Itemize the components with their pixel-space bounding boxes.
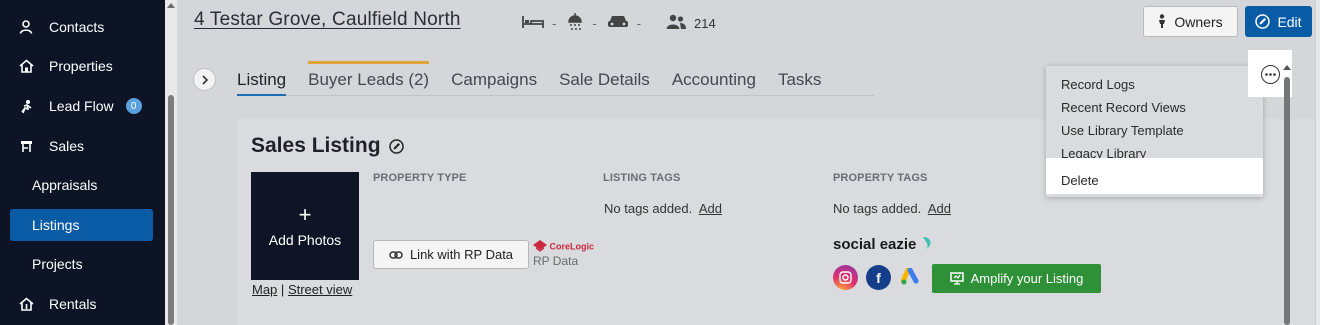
beds-feature: - bbox=[522, 15, 556, 32]
sidebar-item-label: Appraisals bbox=[32, 177, 98, 193]
sidebar-item-appraisals[interactable]: Appraisals bbox=[0, 167, 165, 203]
link-rp-data-button[interactable]: Link with RP Data bbox=[373, 240, 529, 269]
contacts-count: 214 bbox=[665, 14, 716, 33]
owner-person-icon bbox=[1158, 14, 1166, 29]
person-icon bbox=[18, 19, 34, 35]
people-icon bbox=[665, 14, 687, 33]
sidebar-item-rentals[interactable]: Rentals bbox=[0, 286, 165, 322]
owners-button[interactable]: Owners bbox=[1143, 6, 1238, 37]
menu-item-recent-record-views[interactable]: Recent Record Views bbox=[1046, 96, 1263, 119]
add-listing-tag-link[interactable]: Add bbox=[699, 201, 722, 216]
property-features: - - - 214 bbox=[522, 12, 726, 35]
sales-listing-heading: Sales Listing bbox=[251, 134, 404, 158]
sidebar-item-label: Properties bbox=[49, 58, 113, 74]
street-view-link[interactable]: Street view bbox=[288, 282, 352, 297]
property-type-header: PROPERTY TYPE bbox=[373, 172, 467, 184]
tab-buyer-leads[interactable]: Buyer Leads (2) bbox=[308, 61, 429, 95]
tab-campaigns[interactable]: Campaigns bbox=[451, 62, 537, 95]
bed-icon bbox=[522, 15, 544, 32]
instagram-icon[interactable] bbox=[833, 265, 858, 290]
scroll-up-arrow-icon[interactable] bbox=[167, 3, 175, 8]
lead-flow-icon bbox=[18, 98, 34, 114]
content-scrollbar[interactable] bbox=[1282, 61, 1292, 325]
listing-tags-empty: No tags added. Add bbox=[604, 201, 722, 216]
sidebar-item-sales[interactable]: Sales bbox=[0, 128, 165, 164]
window-edge bbox=[1315, 0, 1320, 325]
home-icon bbox=[18, 58, 34, 74]
sidebar-item-label: Listings bbox=[32, 217, 80, 233]
corelogic-logo: CoreLogic RP Data bbox=[533, 240, 595, 268]
sidebar-item-label: Lead Flow bbox=[49, 98, 114, 114]
link-icon bbox=[389, 250, 403, 259]
lead-count-badge: 0 bbox=[125, 98, 142, 114]
sidebar-item-listings[interactable]: Listings bbox=[10, 209, 153, 241]
sidebar-item-label: Contacts bbox=[49, 19, 105, 35]
panel-toggle-button[interactable] bbox=[193, 68, 216, 91]
edit-button[interactable]: Edit bbox=[1245, 6, 1312, 37]
tab-accounting[interactable]: Accounting bbox=[672, 62, 756, 95]
sidebar-item-lead-flow[interactable]: Lead Flow 0 bbox=[0, 88, 165, 124]
cars-feature: - bbox=[607, 14, 641, 33]
social-eazie-logo: social eazie bbox=[833, 236, 933, 254]
property-tags-empty: No tags added. Add bbox=[833, 201, 951, 216]
content-scroll-up-icon[interactable] bbox=[1283, 65, 1291, 70]
sidebar-item-projects[interactable]: Projects bbox=[0, 246, 165, 282]
add-property-tag-link[interactable]: Add bbox=[928, 201, 951, 216]
sales-icon bbox=[18, 138, 34, 154]
car-icon bbox=[607, 14, 629, 33]
record-header: 4 Testar Grove, Caulfield North - - - 21… bbox=[177, 0, 1320, 44]
listing-tags-header: LISTING TAGS bbox=[603, 172, 681, 184]
sidebar-scrollbar[interactable] bbox=[165, 0, 177, 325]
record-tabs: Listing Buyer Leads (2) Campaigns Sale D… bbox=[237, 61, 874, 96]
social-icons: f bbox=[833, 265, 932, 290]
baths-feature: - bbox=[566, 12, 597, 35]
menu-item-use-library-template[interactable]: Use Library Template bbox=[1046, 119, 1263, 142]
tab-listing[interactable]: Listing bbox=[237, 62, 287, 96]
sidebar-item-label: Projects bbox=[32, 256, 83, 272]
facebook-icon[interactable]: f bbox=[866, 265, 891, 290]
sidebar-scrollbar-thumb[interactable] bbox=[168, 95, 174, 325]
corelogic-mark-icon bbox=[533, 240, 547, 254]
plus-icon: + bbox=[298, 202, 312, 227]
tab-tasks[interactable]: Tasks bbox=[778, 62, 821, 95]
property-address-title[interactable]: 4 Testar Grove, Caulfield North bbox=[194, 9, 461, 31]
shower-icon bbox=[566, 12, 584, 35]
menu-item-record-logs[interactable]: Record Logs bbox=[1046, 73, 1263, 96]
amplify-listing-button[interactable]: Amplify your Listing bbox=[932, 264, 1101, 293]
sidebar: Contacts Properties Lead Flow 0 Sales Ap… bbox=[0, 0, 165, 325]
google-ads-icon[interactable] bbox=[899, 265, 924, 290]
property-tags-header: PROPERTY TAGS bbox=[833, 172, 928, 184]
sidebar-item-contacts[interactable]: Contacts bbox=[0, 9, 165, 45]
map-links: Map | Street view bbox=[252, 282, 353, 297]
chevron-right-icon bbox=[201, 74, 209, 85]
presentation-icon bbox=[949, 272, 964, 285]
more-options-icon[interactable] bbox=[1261, 65, 1280, 84]
sidebar-item-label: Sales bbox=[49, 138, 85, 154]
add-photos-button[interactable]: + Add Photos bbox=[251, 172, 359, 280]
map-link[interactable]: Map bbox=[252, 282, 277, 297]
social-eazie-mark-icon bbox=[921, 236, 933, 254]
rentals-icon bbox=[18, 296, 34, 312]
more-actions-menu: Record Logs Recent Record Views Use Libr… bbox=[1046, 66, 1263, 197]
tab-sale-details[interactable]: Sale Details bbox=[559, 62, 650, 95]
menu-item-delete[interactable]: Delete bbox=[1046, 158, 1263, 194]
sidebar-item-properties[interactable]: Properties bbox=[0, 48, 165, 84]
content-scrollbar-thumb[interactable] bbox=[1284, 77, 1290, 325]
edit-title-icon[interactable] bbox=[388, 138, 404, 154]
sidebar-item-label: Rentals bbox=[49, 296, 97, 312]
edit-icon bbox=[1255, 14, 1271, 29]
